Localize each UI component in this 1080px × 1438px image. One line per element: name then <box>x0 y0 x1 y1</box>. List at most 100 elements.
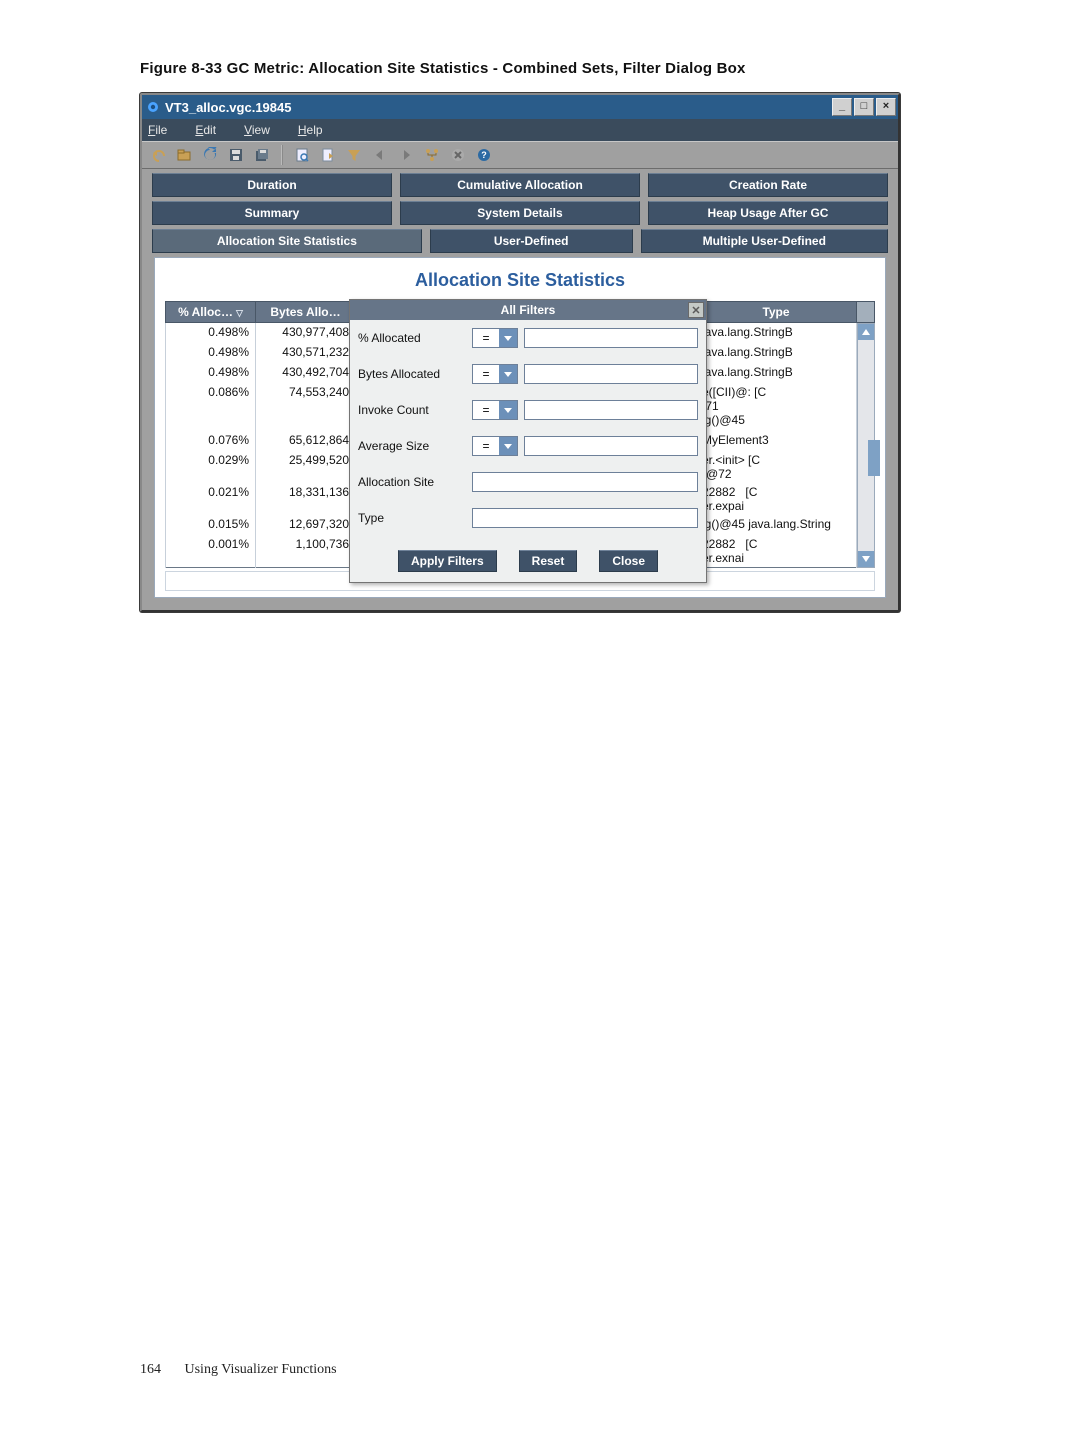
filter-op-bytes-allocated[interactable]: = <box>472 364 518 384</box>
tab-duration[interactable]: Duration <box>152 173 392 197</box>
help-icon[interactable]: ? <box>474 145 494 165</box>
titlebar: VT3_alloc.vgc.19845 _ □ × <box>142 95 898 119</box>
cell-pct: 0.001% <box>166 535 256 568</box>
cell-type: java.lang.StringB <box>696 363 857 383</box>
maximize-button[interactable]: □ <box>854 98 874 116</box>
menu-edit[interactable]: Edit <box>195 123 216 137</box>
scroll-up-icon[interactable] <box>858 324 874 340</box>
preview-icon[interactable] <box>292 145 312 165</box>
cell-bytes: 430,492,704 <box>256 363 356 383</box>
filter-op-invoke-count[interactable]: = <box>472 400 518 420</box>
menu-view[interactable]: View <box>244 123 270 137</box>
cell-type: MyElement3 <box>696 431 857 451</box>
minimize-button[interactable]: _ <box>832 98 852 116</box>
tab-user-defined[interactable]: User-Defined <box>430 229 633 253</box>
cell-bytes: 74,553,240 <box>256 383 356 431</box>
figure-caption: Figure 8-33 GC Metric: Allocation Site S… <box>140 60 940 77</box>
cell-type: java.lang.StringB <box>696 323 857 343</box>
tab-creation-rate[interactable]: Creation Rate <box>648 173 888 197</box>
stop-icon[interactable] <box>448 145 468 165</box>
tabs-area: Duration Cumulative Allocation Creation … <box>142 169 898 610</box>
undo-icon[interactable] <box>148 145 168 165</box>
svg-text:?: ? <box>481 150 487 160</box>
dropdown-icon[interactable] <box>499 437 517 455</box>
filter-label-invoke-count: Invoke Count <box>358 400 466 417</box>
cell-bytes: 18,331,136 <box>256 483 356 515</box>
filter-input-allocation-site[interactable] <box>472 472 698 492</box>
filter-close-button[interactable]: ✕ <box>688 302 704 318</box>
cell-type: er.<init> [C )@72 <box>696 451 857 483</box>
tab-heap-usage[interactable]: Heap Usage After GC <box>648 201 888 225</box>
cell-type: 22882 [C er.exnai <box>696 535 857 568</box>
filter-input-type[interactable] <box>472 508 698 528</box>
cell-type: 22882 [C er.expai <box>696 483 857 515</box>
tab-cumulative-allocation[interactable]: Cumulative Allocation <box>400 173 640 197</box>
cell-type: java.lang.StringB <box>696 343 857 363</box>
filter-input-invoke-count[interactable] <box>524 400 698 420</box>
cell-bytes: 65,612,864 <box>256 431 356 451</box>
cell-pct: 0.029% <box>166 451 256 483</box>
tab-system-details[interactable]: System Details <box>400 201 640 225</box>
content-panel: Allocation Site Statistics % Alloc <box>154 257 886 598</box>
toolbar: ? <box>142 141 898 169</box>
save-icon[interactable] <box>226 145 246 165</box>
cell-bytes: 25,499,520 <box>256 451 356 483</box>
cell-pct: 0.498% <box>166 343 256 363</box>
cell-bytes: 430,571,232 <box>256 343 356 363</box>
cell-pct: 0.498% <box>166 323 256 343</box>
back-icon[interactable] <box>370 145 390 165</box>
section-title: Using Visualizer Functions <box>185 1362 337 1377</box>
dropdown-icon[interactable] <box>499 401 517 419</box>
cell-bytes: 1,100,736 <box>256 535 356 568</box>
cell-bytes: 12,697,320 <box>256 515 356 535</box>
cell-pct: 0.086% <box>166 383 256 431</box>
cell-pct: 0.498% <box>166 363 256 383</box>
forward-icon[interactable] <box>396 145 416 165</box>
cell-pct: 0.015% <box>166 515 256 535</box>
menu-file[interactable]: File <box>148 123 167 137</box>
filter-dialog: All Filters ✕ % Allocated = <box>349 299 707 583</box>
export-icon[interactable] <box>318 145 338 165</box>
filter-label-allocation-site: Allocation Site <box>358 472 466 489</box>
app-icon <box>146 100 160 114</box>
menu-help[interactable]: Help <box>298 123 323 137</box>
tab-allocation-site-statistics[interactable]: Allocation Site Statistics <box>152 229 422 253</box>
window-title: VT3_alloc.vgc.19845 <box>165 100 291 115</box>
hierarchy-icon[interactable] <box>422 145 442 165</box>
open-icon[interactable] <box>174 145 194 165</box>
panel-title: Allocation Site Statistics <box>165 270 875 291</box>
filter-op-average-size[interactable]: = <box>472 436 518 456</box>
filter-input-bytes-allocated[interactable] <box>524 364 698 384</box>
filter-label-average-size: Average Size <box>358 436 466 453</box>
save-all-icon[interactable] <box>252 145 272 165</box>
filter-dialog-title: All Filters ✕ <box>350 300 706 320</box>
sort-desc-icon: ▽ <box>236 308 243 319</box>
cell-pct: 0.076% <box>166 431 256 451</box>
apply-filters-button[interactable]: Apply Filters <box>398 550 497 572</box>
cell-bytes: 430,977,408 <box>256 323 356 343</box>
col-bytes-alloc[interactable]: Bytes Allo… <box>256 302 356 323</box>
page-footer: 164 Using Visualizer Functions <box>140 1362 337 1378</box>
tab-summary[interactable]: Summary <box>152 201 392 225</box>
vertical-scrollbar[interactable] <box>857 323 875 568</box>
col-type[interactable]: Type <box>696 302 857 323</box>
scroll-thumb[interactable] <box>868 440 880 476</box>
close-window-button[interactable]: × <box>876 98 896 116</box>
cell-type: ig()@45 java.lang.String <box>696 515 857 535</box>
tab-multiple-user-defined[interactable]: Multiple User-Defined <box>641 229 888 253</box>
reset-button[interactable]: Reset <box>519 550 578 572</box>
filter-icon[interactable] <box>344 145 364 165</box>
filter-input-average-size[interactable] <box>524 436 698 456</box>
close-button[interactable]: Close <box>599 550 658 572</box>
refresh-icon[interactable] <box>200 145 220 165</box>
filter-op-pct-allocated[interactable]: = <box>472 328 518 348</box>
dropdown-icon[interactable] <box>499 329 517 347</box>
page-number: 164 <box>140 1362 161 1377</box>
filter-label-pct-allocated: % Allocated <box>358 328 466 345</box>
dropdown-icon[interactable] <box>499 365 517 383</box>
scroll-down-icon[interactable] <box>858 551 874 567</box>
filter-input-pct-allocated[interactable] <box>524 328 698 348</box>
filter-label-bytes-allocated: Bytes Allocated <box>358 364 466 381</box>
menubar: File Edit View Help <box>142 119 898 141</box>
col-pct-alloc[interactable]: % Alloc…▽ <box>166 302 256 323</box>
